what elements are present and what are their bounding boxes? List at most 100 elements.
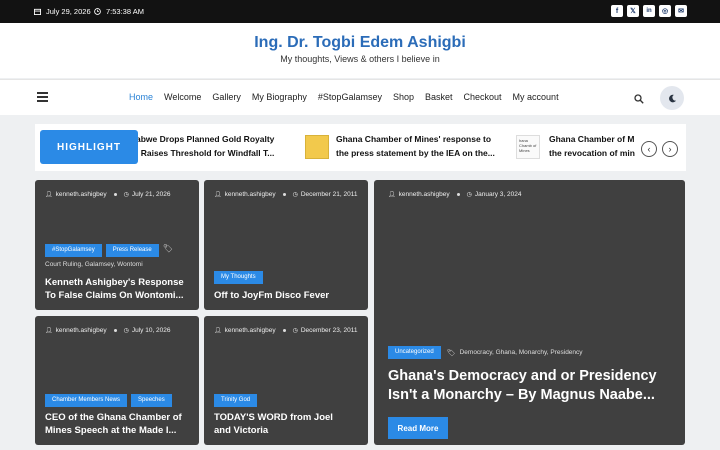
post-meta: 👤︎ kenneth.ashigbey ◷ December 21, 2011 — [214, 191, 357, 198]
linkedin-icon[interactable]: in — [643, 5, 655, 17]
post-card[interactable]: 👤︎ kenneth.ashigbey ◷ December 21, 2011 … — [204, 180, 368, 310]
ticker-item-line1: Ghana Chamber of M — [549, 134, 635, 144]
post-title-line: CEO of the Ghana Chamber of — [45, 412, 182, 423]
meta-separator — [456, 193, 460, 196]
category-tag[interactable]: Speeches — [131, 394, 172, 407]
site-title[interactable]: Ing. Dr. Togbi Edem Ashigbi — [0, 34, 720, 52]
dark-mode-toggle[interactable] — [660, 86, 684, 110]
post-meta: 👤︎ kenneth.ashigbey ◷ July 10, 2026 — [45, 327, 171, 334]
post-title-line: TODAY'S WORD from Joel — [214, 412, 333, 423]
category-tag[interactable]: Chamber Members News — [45, 394, 128, 407]
post-meta: 👤︎ kenneth.ashigbey ◷ January 3, 2024 — [388, 191, 521, 198]
category-tag[interactable]: #StopGalamsey — [45, 244, 102, 257]
nav-item-stopgalamsey[interactable]: #StopGalamsey — [318, 92, 382, 102]
calendar-icon — [34, 8, 41, 15]
meta-separator — [113, 193, 117, 196]
hamburger-menu-icon[interactable] — [37, 92, 48, 102]
featured-post-card[interactable]: 👤︎ kenneth.ashigbey ◷ January 3, 2024 Un… — [374, 180, 685, 445]
ticker-next-button[interactable]: › — [662, 141, 678, 157]
top-time-text: 7:53:38 AM — [106, 7, 144, 16]
post-title[interactable]: Kenneth Ashigbey's Response To False Cla… — [45, 276, 191, 302]
clock-icon: ◷ — [292, 192, 298, 198]
ticker-item-line2: the press statement by the IEA on the... — [336, 148, 495, 158]
ticker-thumbnail[interactable]: hana Chamb of Mines — [516, 135, 540, 159]
ticker-item[interactable]: abwe Drops Planned Gold Royalty , Raises… — [136, 132, 291, 160]
post-author[interactable]: kenneth.ashigbey — [225, 191, 276, 198]
post-author[interactable]: kenneth.ashigbey — [399, 191, 450, 198]
nav-item-my-account[interactable]: My account — [513, 92, 559, 102]
post-date[interactable]: July 21, 2026 — [132, 191, 171, 198]
nav-item-checkout[interactable]: Checkout — [464, 92, 502, 102]
post-card[interactable]: 👤︎ kenneth.ashigbey ◷ December 23, 2011 … — [204, 316, 368, 445]
post-title-line: and Victoria — [214, 425, 269, 436]
user-icon: 👤︎ — [45, 192, 53, 198]
post-card[interactable]: 👤︎ kenneth.ashigbey ◷ July 21, 2026 #Sto… — [35, 180, 199, 310]
clock-icon: ◷ — [292, 328, 298, 334]
post-date[interactable]: December 21, 2011 — [301, 191, 358, 198]
nav-item-home[interactable]: Home — [129, 92, 153, 102]
top-date-text: July 29, 2026 — [46, 7, 91, 16]
nav-menu: Home Welcome Gallery My Biography #StopG… — [129, 92, 570, 102]
post-title-line: To False Claims On Wontomi... — [45, 290, 184, 301]
social-links: f 𝕏 in ◎ ✉ — [611, 5, 687, 17]
email-icon[interactable]: ✉ — [675, 5, 687, 17]
clock-icon — [94, 8, 101, 15]
post-title-line: Kenneth Ashigbey's Response — [45, 277, 184, 288]
meta-separator — [113, 329, 117, 332]
category-tag[interactable]: Trinity God — [214, 394, 258, 407]
user-icon: 👤︎ — [214, 192, 222, 198]
post-categories: Uncategorized 🏷︎ Democracy, Ghana, Monar… — [388, 346, 583, 359]
search-icon[interactable] — [634, 94, 644, 104]
moon-icon — [668, 94, 676, 102]
tag-icon: 🏷︎ — [446, 349, 456, 357]
post-title[interactable]: CEO of the Ghana Chamber of Mines Speech… — [45, 411, 191, 437]
ticker-item-line1: Ghana Chamber of Mines' response to — [336, 134, 492, 144]
post-tags[interactable]: Democracy, Ghana, Monarchy, Presidency — [460, 349, 583, 356]
tag-icon: 🏷︎ — [162, 244, 173, 253]
category-tag[interactable]: Press Release — [105, 244, 159, 257]
post-meta: 👤︎ kenneth.ashigbey ◷ July 21, 2026 — [45, 191, 171, 198]
user-icon: 👤︎ — [388, 192, 396, 198]
facebook-icon[interactable]: f — [611, 5, 623, 17]
nav-item-welcome[interactable]: Welcome — [164, 92, 201, 102]
ticker-item-line1: abwe Drops Planned Gold Royalty — [136, 134, 275, 144]
post-tags[interactable]: Court Ruling, Galamsey, Wontomi — [45, 261, 143, 268]
post-author[interactable]: kenneth.ashigbey — [225, 327, 276, 334]
instagram-icon[interactable]: ◎ — [659, 5, 671, 17]
site-tagline: My thoughts, Views & others I believe in — [280, 54, 440, 64]
main-nav: Home Welcome Gallery My Biography #StopG… — [0, 79, 720, 115]
post-categories: #StopGalamsey Press Release 🏷︎ — [45, 244, 173, 257]
post-date[interactable]: July 10, 2026 — [132, 327, 171, 334]
clock-icon: ◷ — [123, 328, 129, 334]
ticker-item[interactable]: Ghana Chamber of Mines' response to the … — [336, 132, 506, 160]
read-more-button[interactable]: Read More — [388, 417, 448, 439]
nav-item-my-biography[interactable]: My Biography — [252, 92, 307, 102]
post-categories: Trinity God — [214, 394, 258, 407]
post-title[interactable]: TODAY'S WORD from Joel and Victoria — [214, 411, 360, 437]
x-twitter-icon[interactable]: 𝕏 — [627, 5, 639, 17]
nav-item-gallery[interactable]: Gallery — [212, 92, 241, 102]
user-icon: 👤︎ — [45, 328, 53, 334]
post-title[interactable]: Off to JoyFm Disco Fever — [214, 289, 360, 302]
nav-item-shop[interactable]: Shop — [393, 92, 414, 102]
ticker-thumbnail[interactable] — [305, 135, 329, 159]
post-author[interactable]: kenneth.ashigbey — [56, 191, 107, 198]
ticker-item-line2: , Raises Threshold for Windfall T... — [136, 148, 275, 158]
nav-item-basket[interactable]: Basket — [425, 92, 453, 102]
user-icon: 👤︎ — [214, 328, 222, 334]
clock-icon: ◷ — [466, 192, 472, 198]
post-card[interactable]: 👤︎ kenneth.ashigbey ◷ July 10, 2026 Cham… — [35, 316, 199, 445]
post-title-line: Isn't a Monarchy – By Magnus Naabe... — [388, 387, 655, 403]
ticker-item[interactable]: Ghana Chamber of M the revocation of min — [549, 132, 635, 160]
highlight-ticker: HIGHLIGHT abwe Drops Planned Gold Royalt… — [35, 124, 686, 171]
post-title-line: Mines Speech at the Made I... — [45, 425, 177, 436]
site-header: Ing. Dr. Togbi Edem Ashigbi My thoughts,… — [0, 23, 720, 78]
post-date[interactable]: January 3, 2024 — [475, 191, 522, 198]
category-tag[interactable]: Uncategorized — [388, 346, 441, 359]
post-meta: 👤︎ kenneth.ashigbey ◷ December 23, 2011 — [214, 327, 357, 334]
ticker-prev-button[interactable]: ‹ — [641, 141, 657, 157]
post-title[interactable]: Ghana's Democracy and or Presidency Isn'… — [388, 367, 678, 405]
post-date[interactable]: December 23, 2011 — [301, 327, 358, 334]
category-tag[interactable]: My Thoughts — [214, 271, 263, 284]
post-author[interactable]: kenneth.ashigbey — [56, 327, 107, 334]
